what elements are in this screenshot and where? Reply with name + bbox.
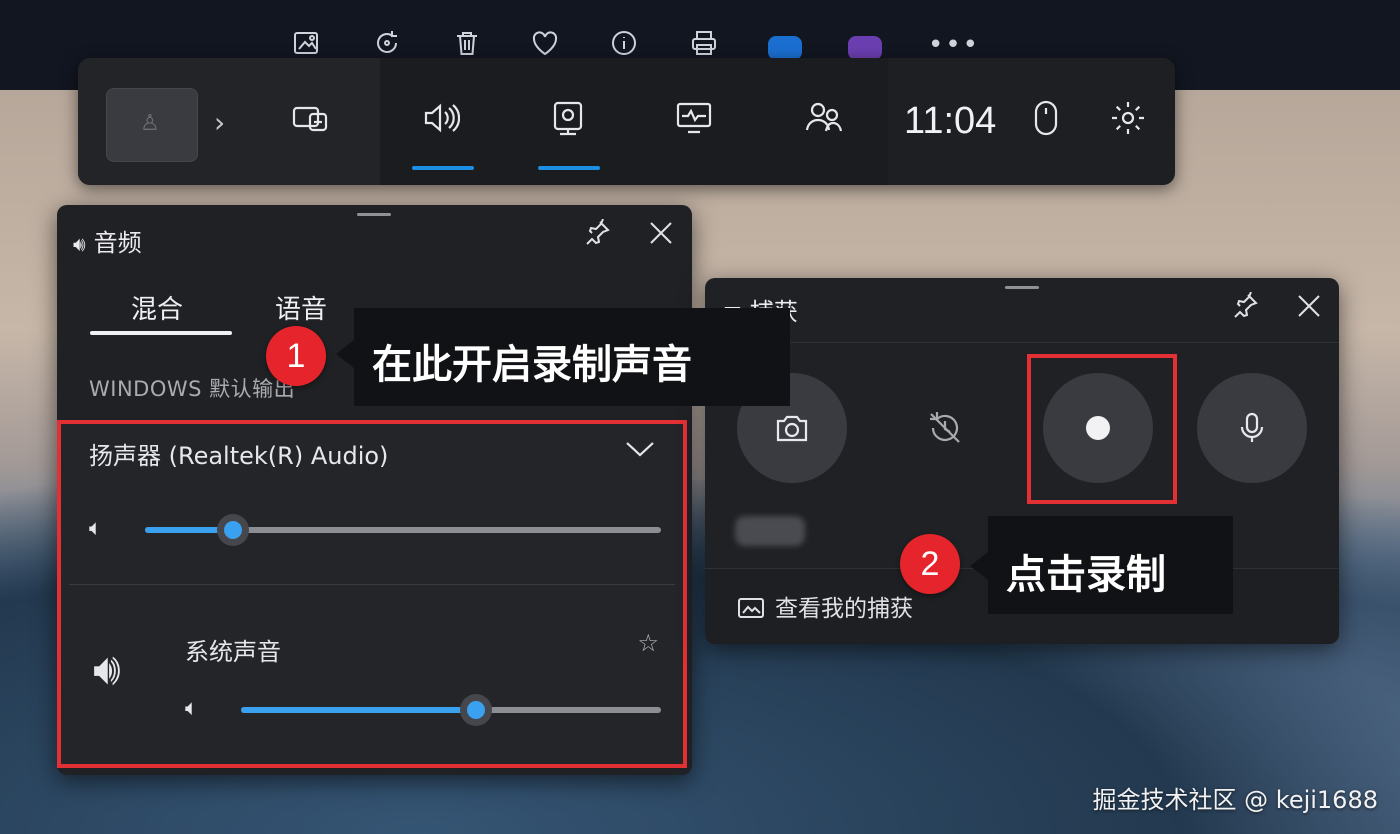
capture-widget-icon[interactable] — [548, 98, 594, 144]
blurred-status — [735, 516, 805, 546]
app-volume-thumb[interactable] — [460, 694, 493, 726]
active-tab-indicator — [90, 331, 232, 335]
speaker-icon: 🔊︎ — [73, 232, 86, 256]
more-options-button[interactable]: ••• — [928, 30, 980, 60]
callout-1-pointer — [336, 340, 354, 368]
audio-widget-active-indicator — [412, 166, 474, 170]
microphone-toggle-button[interactable] — [1197, 373, 1307, 483]
favorite-star-icon[interactable]: ☆ — [637, 629, 659, 657]
gallery-icon — [738, 598, 764, 618]
onedrive-icon[interactable] — [768, 36, 802, 60]
system-sounds-icon: 🔊︎ — [93, 644, 121, 695]
section-divider — [69, 584, 675, 585]
game-bar-home: ♙ › — [78, 58, 380, 185]
pin-icon[interactable] — [579, 218, 615, 255]
callout-2: 点击录制 — [988, 516, 1233, 614]
system-sounds-label: 系统声音 — [185, 638, 281, 666]
device-volume-thumb[interactable] — [216, 514, 249, 546]
app-icon[interactable] — [848, 36, 882, 60]
game-thumbnail[interactable]: ♙ — [106, 88, 198, 162]
output-device-name[interactable]: 扬声器 (Realtek(R) Audio) — [89, 436, 388, 471]
pin-icon[interactable] — [1227, 291, 1263, 328]
audio-panel-header: 🔊︎ 音频 — [73, 223, 142, 258]
camera-icon — [776, 415, 808, 442]
record-last-30s-button[interactable] — [925, 408, 985, 468]
drag-handle[interactable] — [1005, 286, 1039, 289]
game-bar-widgets — [380, 58, 888, 185]
callout-2-badge: 2 — [900, 534, 960, 594]
record-button-highlight — [1027, 354, 1177, 504]
chevron-down-icon[interactable] — [623, 432, 659, 468]
tab-voice[interactable]: 语音 — [275, 289, 327, 326]
drag-handle[interactable] — [357, 213, 391, 216]
capture-header-divider — [705, 342, 1339, 343]
callout-2-text: 点击录制 — [1006, 552, 1166, 598]
callout-1-badge: 1 — [266, 326, 326, 386]
performance-widget-icon[interactable] — [674, 98, 720, 144]
app-volume-fill — [241, 707, 477, 713]
callout-2-pointer — [970, 552, 988, 580]
close-icon[interactable] — [1291, 292, 1327, 328]
social-widget-icon[interactable] — [804, 98, 850, 144]
clock: 11:04 — [904, 100, 997, 142]
view-my-captures-label: 查看我的捕获 — [775, 596, 913, 622]
device-volume-slider[interactable] — [145, 514, 661, 546]
output-device-section: 扬声器 (Realtek(R) Audio) 🔈︎ 🔊︎ 系统声音 ☆ 🔈︎ — [57, 420, 687, 768]
history-off-icon — [930, 412, 960, 443]
widget-menu-icon[interactable] — [290, 98, 336, 144]
microphone-icon — [1240, 412, 1264, 442]
game-bar: ♙ › 11:04 — [78, 58, 1175, 185]
gear-icon[interactable] — [1108, 98, 1154, 144]
callout-1-text: 在此开启录制声音 — [372, 342, 692, 388]
callout-1: 在此开启录制声音 — [354, 308, 790, 406]
capture-widget-active-indicator — [538, 166, 600, 170]
device-volume-icon[interactable]: 🔈︎ — [89, 516, 102, 541]
mouse-icon[interactable] — [1026, 98, 1072, 144]
audio-widget-icon[interactable] — [420, 98, 466, 144]
expand-chevron-icon[interactable]: › — [214, 106, 225, 139]
watermark: 掘金技术社区 @ keji1688 — [1092, 786, 1378, 814]
app-thumbnail-glyph: ♙ — [140, 111, 160, 136]
system-sounds-volume-slider[interactable] — [241, 694, 661, 726]
close-icon[interactable] — [643, 219, 679, 255]
view-my-captures-link[interactable]: 查看我的捕获 — [737, 589, 913, 623]
default-output-label: WINDOWS 默认输出 — [89, 377, 296, 401]
audio-panel-title: 音频 — [93, 229, 142, 257]
tab-mix[interactable]: 混合 — [131, 289, 183, 326]
app-volume-icon[interactable]: 🔈︎ — [185, 696, 198, 721]
